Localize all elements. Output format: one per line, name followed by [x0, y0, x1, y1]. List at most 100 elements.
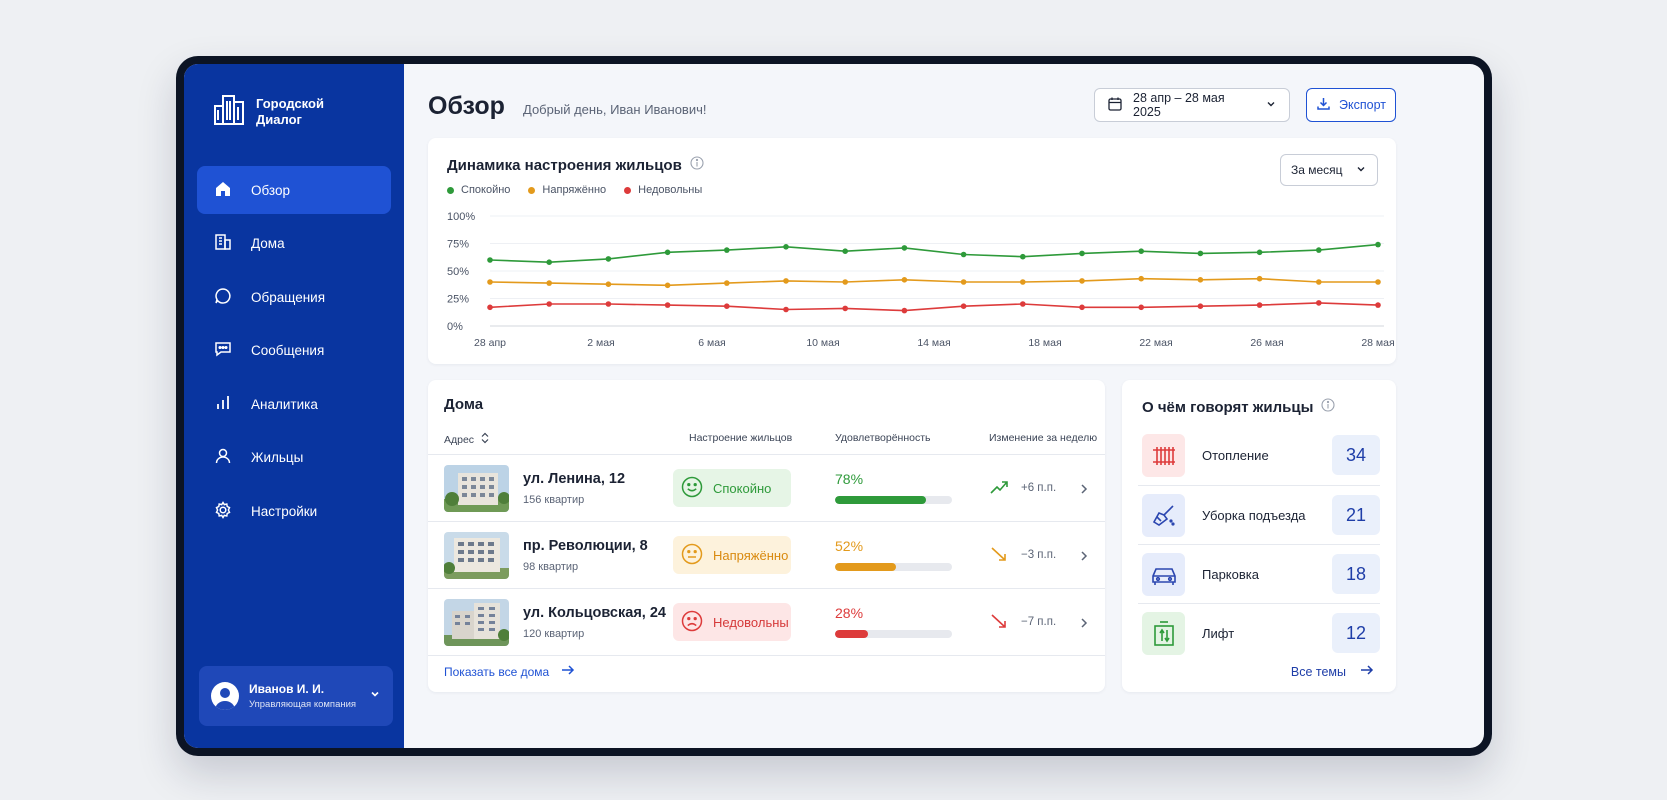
sort-icon: [480, 432, 490, 447]
house-apartments: 120 квартир: [523, 628, 585, 640]
x-tick-label: 18 мая: [1028, 337, 1061, 349]
data-point: [783, 244, 789, 250]
data-point: [1020, 279, 1026, 285]
chevron-down-icon: [1265, 98, 1277, 113]
calendar-icon: [1107, 96, 1123, 115]
person-icon: [213, 446, 233, 469]
topic-item-cleaning[interactable]: Уборка подъезда 21: [1138, 485, 1380, 544]
mood-badge: Спокойно: [673, 469, 791, 507]
data-point: [1197, 250, 1204, 257]
topic-count: 12: [1332, 613, 1380, 653]
sidebar-item-analytics[interactable]: Аналитика: [197, 380, 391, 428]
houses-title: Дома: [444, 396, 484, 413]
data-point: [487, 304, 493, 311]
sidebar-item-label: Жильцы: [251, 450, 304, 465]
data-point: [605, 256, 612, 262]
x-tick-label: 2 мая: [587, 337, 615, 349]
trend-up-icon: [989, 479, 1009, 500]
data-point: [1138, 275, 1144, 282]
data-point: [1079, 250, 1085, 257]
smile-face-icon: [681, 476, 703, 501]
satisfaction-value: 28%: [835, 605, 864, 621]
data-point: [724, 280, 730, 286]
all-topics-link[interactable]: Все темы: [1291, 664, 1374, 679]
data-point: [901, 307, 908, 314]
brand-logo[interactable]: Городской Диалог: [212, 92, 324, 131]
sidebar-item-requests[interactable]: Обращения: [197, 273, 391, 321]
export-button[interactable]: Экспорт: [1306, 88, 1396, 122]
table-row[interactable]: пр. Революции, 8 98 квартир Напряжённо 5…: [428, 521, 1105, 588]
message-icon: [213, 339, 233, 362]
trend-down-icon: [989, 613, 1009, 634]
satisfaction-value: 52%: [835, 538, 864, 554]
topic-count: 34: [1332, 435, 1380, 475]
house-address: ул. Ленина, 12: [523, 471, 626, 487]
table-row[interactable]: ул. Ленина, 12 156 квартир Спокойно 78% …: [428, 454, 1105, 521]
column-header-address[interactable]: Адрес: [444, 432, 490, 447]
brand-name-line1: Городской: [256, 95, 324, 111]
data-point: [901, 277, 908, 283]
info-icon[interactable]: [1321, 398, 1335, 416]
topics-title: О чём говорят жильцы: [1142, 398, 1314, 416]
data-point: [487, 279, 493, 285]
data-point: [960, 303, 967, 309]
x-tick-label: 6 мая: [698, 337, 726, 349]
show-all-houses-link[interactable]: Показать все дома: [444, 664, 575, 679]
device-frame: Городской Диалог Обзор Дома Обращения Со…: [176, 56, 1492, 756]
series-line-0: [489, 243, 1379, 264]
user-menu[interactable]: Иванов И. И. Управляющая компания: [199, 666, 393, 726]
topic-item-heating[interactable]: Отопление 34: [1138, 426, 1380, 485]
chevron-right-icon[interactable]: [1079, 616, 1089, 634]
houses-card: Дома Адрес Настроение жильцов Удовлетвор…: [428, 380, 1105, 692]
mood-badge: Напряжённо: [673, 536, 791, 574]
chevron-right-icon[interactable]: [1079, 482, 1089, 500]
data-point: [1316, 247, 1322, 253]
x-tick-label: 26 мая: [1250, 337, 1283, 349]
date-range-picker[interactable]: 28 апр – 28 мая 2025: [1094, 88, 1290, 122]
export-button-label: Экспорт: [1339, 98, 1386, 112]
sidebar-nav: Обзор Дома Обращения Сообщения Аналитика…: [197, 166, 391, 541]
data-point: [546, 301, 552, 307]
date-range-value: 28 апр – 28 мая 2025: [1133, 91, 1225, 119]
sidebar-item-settings[interactable]: Настройки: [197, 487, 391, 535]
gear-icon: [213, 500, 233, 523]
avatar: [211, 682, 239, 710]
topic-label: Отопление: [1202, 448, 1269, 463]
trend-down-icon: [989, 546, 1009, 567]
app-window: Городской Диалог Обзор Дома Обращения Со…: [184, 64, 1484, 748]
data-point: [1020, 301, 1026, 307]
data-point: [960, 251, 967, 258]
table-row[interactable]: ул. Кольцовская, 24 120 квартир Недоволь…: [428, 588, 1105, 655]
sidebar-item-label: Сообщения: [251, 343, 325, 358]
data-point: [1375, 302, 1381, 308]
satisfaction-value: 78%: [835, 471, 864, 487]
column-header-change: Изменение за неделю: [989, 432, 1098, 444]
y-tick-label: 25%: [447, 294, 469, 306]
y-tick-label: 0%: [447, 321, 463, 333]
data-point: [1197, 277, 1204, 283]
topic-item-elevator[interactable]: Лифт 12: [1138, 603, 1380, 662]
topic-item-parking[interactable]: Парковка 18: [1138, 544, 1380, 603]
arrow-right-icon: [1360, 664, 1374, 679]
car-icon: [1142, 553, 1185, 596]
data-point: [1079, 278, 1085, 284]
sidebar-item-messages[interactable]: Сообщения: [197, 327, 391, 375]
elevator-icon: [1142, 612, 1185, 655]
data-point: [664, 302, 671, 308]
house-photo: [444, 599, 509, 646]
chevron-right-icon[interactable]: [1079, 549, 1089, 567]
mood-line-chart: 100% 75% 50% 25% 0% 28 апр 2 мая 6 мая 10 мая 14 …: [447, 211, 1395, 349]
sidebar-item-overview[interactable]: Обзор: [197, 166, 391, 214]
data-point: [960, 279, 967, 285]
city-buildings-icon: [212, 92, 246, 131]
house-photo: [444, 532, 509, 579]
y-tick-label: 75%: [447, 239, 469, 251]
data-point: [664, 249, 671, 256]
sidebar-item-residents[interactable]: Жильцы: [197, 434, 391, 482]
topic-count: 21: [1332, 495, 1380, 535]
data-point: [724, 303, 730, 309]
data-point: [664, 282, 671, 289]
resident-topics-card: О чём говорят жильцы Отопление 34 Уборка…: [1122, 380, 1396, 692]
data-point: [487, 257, 493, 263]
sidebar-item-houses[interactable]: Дома: [197, 220, 391, 268]
